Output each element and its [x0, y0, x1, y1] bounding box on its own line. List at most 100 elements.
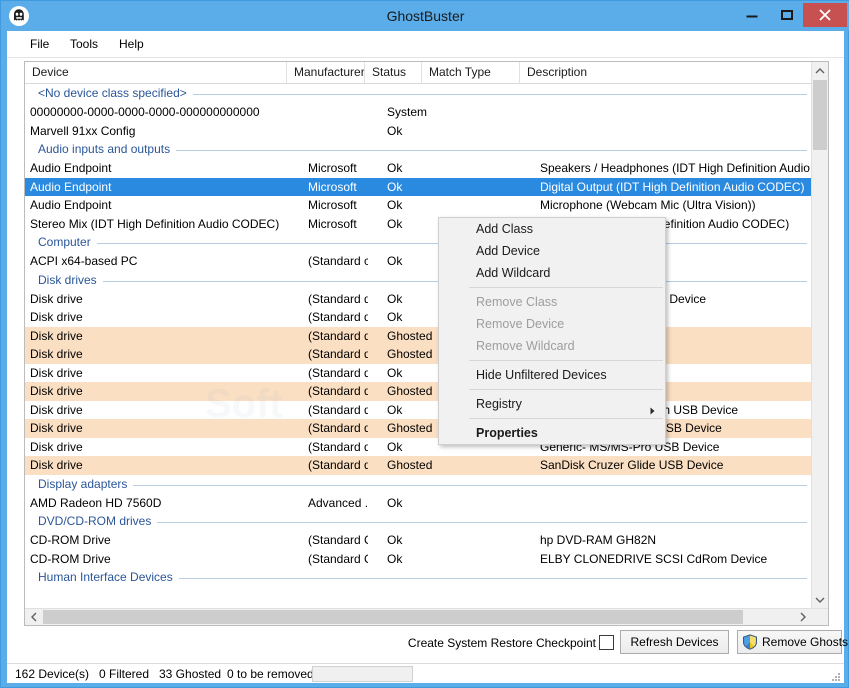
restore-checkpoint-checkbox[interactable]: [599, 635, 614, 650]
menu-help[interactable]: Help: [110, 35, 153, 54]
column-header-manufacturer[interactable]: Manufacturer: [287, 62, 365, 83]
horizontal-scrollbar-thumb[interactable]: [43, 610, 743, 624]
scroll-down-icon[interactable]: [812, 591, 828, 608]
shield-icon: [742, 634, 758, 650]
manufacturer-cell: Microsoft: [308, 179, 357, 194]
device-group-header[interactable]: Computer: [25, 233, 811, 252]
device-group-header[interactable]: Human Interface Devices: [25, 568, 811, 587]
context-menu-item-label: Add Device: [476, 244, 540, 258]
table-row[interactable]: Disk drive (Standard di... Ghosted SanDisk …: [25, 456, 811, 475]
vertical-scrollbar-thumb[interactable]: [813, 80, 827, 150]
group-divider-line: [38, 484, 807, 486]
manufacturer-cell: [308, 122, 368, 141]
vertical-scrollbar[interactable]: [811, 62, 828, 608]
maximize-button[interactable]: [770, 3, 803, 27]
status-cell: Ok: [387, 551, 403, 566]
column-header-match-type[interactable]: Match Type: [422, 62, 520, 83]
description-cell: [540, 494, 811, 513]
context-menu-separator: [469, 360, 663, 361]
column-header-description[interactable]: Description: [520, 62, 828, 83]
bottom-controls: Create System Restore Checkpoint Refresh…: [7, 629, 848, 661]
description-cell: SanDisk Cruzer Glide USB Device: [540, 458, 724, 472]
context-menu-item[interactable]: Hide Unfiltered Devices: [439, 364, 665, 386]
context-menu-item[interactable]: Properties: [439, 422, 665, 444]
table-row[interactable]: Disk drive(Standard di...OkGeneric- SD/M…: [25, 290, 811, 309]
menu-tools[interactable]: Tools: [61, 35, 107, 54]
status-cell: Ok: [387, 533, 403, 547]
group-label: Computer: [38, 233, 97, 252]
minimize-button[interactable]: [735, 3, 768, 27]
table-row[interactable]: CD-ROM Drive (Standard C... Ok hp DVD-RAM G…: [25, 531, 811, 550]
context-menu-item[interactable]: Add Device: [439, 240, 665, 262]
description-cell: [540, 122, 811, 141]
device-group-header[interactable]: Disk drives: [25, 270, 811, 290]
scroll-right-icon[interactable]: [794, 609, 811, 625]
window-title: GhostBuster: [386, 8, 465, 24]
context-menu-item: Remove Wildcard: [439, 335, 665, 357]
table-row[interactable]: Disk drive(Standard di...GhostedUSB Devi…: [25, 382, 811, 401]
table-row[interactable]: Disk drive(Standard di...GhostedIC25N080…: [25, 419, 811, 438]
context-menu-separator: [469, 389, 663, 390]
progress-bar: [312, 666, 413, 682]
close-button[interactable]: [803, 3, 847, 27]
context-menu-item[interactable]: Registry: [439, 393, 665, 415]
table-row[interactable]: Marvell 91xx Config Ok: [25, 122, 811, 141]
column-header-device[interactable]: Device: [25, 62, 287, 83]
status-cell: Ok: [387, 495, 403, 510]
manufacturer-cell: (Standard di...: [308, 439, 368, 454]
client-area: File Tools Help Device Manufacturer Stat…: [7, 31, 848, 683]
match-type-cell: [443, 159, 533, 178]
device-group-header[interactable]: Display adapters: [25, 474, 811, 494]
table-row[interactable]: Audio Endpoint Microsoft Ok Microphone (Web…: [25, 196, 811, 215]
scroll-left-icon[interactable]: [25, 609, 42, 625]
menu-file[interactable]: File: [21, 35, 58, 54]
table-row[interactable]: Disk drive(Standard di...OkGeneric- MS/M…: [25, 438, 811, 457]
table-row[interactable]: Disk drive(Standard di...Ghosted: [25, 326, 811, 345]
context-menu-separator: [469, 287, 663, 288]
device-cell: Audio Endpoint: [30, 179, 112, 194]
description-cell: Digital Output (IDT High Definition Audi…: [540, 179, 805, 194]
remove-ghosts-button[interactable]: Remove Ghosts: [737, 630, 848, 654]
status-to-be-removed: 0 to be removed: [227, 667, 314, 681]
status-cell: System: [387, 105, 428, 119]
table-row[interactable]: CD-ROM Drive (Standard C... Ok ELBY CLONEDR…: [25, 550, 811, 569]
device-group-header[interactable]: <No device class specified>: [25, 84, 811, 103]
context-menu-item-label: Add Wildcard: [476, 266, 551, 280]
device-cell: Disk drive: [30, 458, 83, 472]
device-group-header[interactable]: DVD/CD-ROM drives: [25, 512, 811, 531]
status-cell: Ok: [387, 161, 403, 175]
table-row[interactable]: Disk drive(Standard di...Ghosted2A7B2: [25, 345, 811, 364]
device-cell: ACPI x64-based PC: [30, 254, 138, 268]
table-row[interactable]: Disk drive(Standard di...OkGeneric- SM/x…: [25, 308, 811, 327]
context-menu-item[interactable]: Add Class: [439, 218, 665, 240]
manufacturer-cell: (Standard di...: [308, 347, 368, 361]
context-menu-items: Add Class Add Device Add Wildcard Remove Cl…: [439, 218, 665, 444]
table-row[interactable]: 00000000-0000-0000-0000-000000000000 Syst…: [25, 103, 811, 122]
column-header-status[interactable]: Status: [365, 62, 422, 83]
table-row[interactable]: Stereo Mix (IDT High Definition Audio CO…: [25, 215, 811, 234]
horizontal-scrollbar[interactable]: [25, 608, 828, 625]
group-label: Audio inputs and outputs: [38, 140, 177, 159]
table-row[interactable]: AMD Radeon HD 7560D Advanced ... Ok: [25, 494, 811, 513]
table-row[interactable]: Disk drive(Standard di...Ok2: [25, 364, 811, 383]
table-row[interactable]: Audio Endpoint Microsoft Ok Speakers / Head…: [25, 159, 811, 178]
table-row[interactable]: ACPI x64-based PC(Standard c...Ok: [25, 252, 811, 271]
device-list: Device Manufacturer Status Match Type De…: [24, 61, 829, 626]
list-body[interactable]: <No device class specified> 00000000-0000…: [25, 84, 811, 608]
resize-grip[interactable]: [829, 669, 841, 681]
group-divider-line: [38, 243, 807, 244]
refresh-devices-button[interactable]: Refresh Devices: [620, 630, 729, 654]
manufacturer-cell: (Standard di...: [308, 310, 368, 324]
device-group-header[interactable]: Audio inputs and outputs: [25, 140, 811, 159]
table-row[interactable]: Audio Endpoint Microsoft Ok Digital Output …: [25, 177, 811, 196]
device-cell: 00000000-0000-0000-0000-000000000000: [30, 105, 260, 119]
context-menu-item[interactable]: Add Wildcard: [439, 262, 665, 284]
manufacturer-cell: (Standard di...: [308, 384, 368, 398]
scroll-up-icon[interactable]: [812, 62, 828, 79]
manufacturer-cell: (Standard di...: [308, 328, 368, 343]
context-menu[interactable]: Add Class Add Device Add Wildcard Remove Cl…: [438, 217, 666, 445]
device-cell: Disk drive: [30, 328, 83, 343]
manufacturer-cell: (Standard C...: [308, 533, 368, 547]
status-filtered-count: 0 Filtered: [99, 667, 150, 681]
table-row[interactable]: Disk drive(Standard di...OkGeneric- Comp…: [25, 401, 811, 420]
